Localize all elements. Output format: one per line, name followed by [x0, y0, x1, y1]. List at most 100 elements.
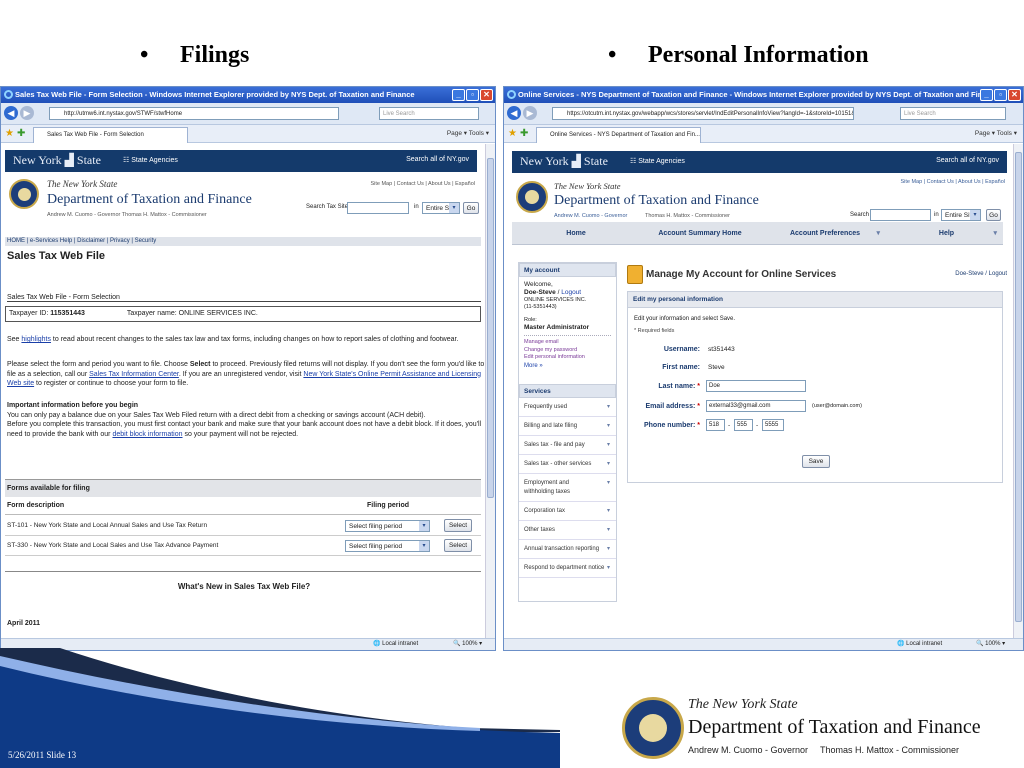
table-row: ST-330 - New York State and Local Sales …: [5, 536, 481, 556]
in-label: in: [934, 212, 939, 218]
vertical-scrollbar[interactable]: [485, 144, 495, 638]
footer-governor: Andrew M. Cuomo - Governor: [688, 745, 809, 755]
page-tools-menu[interactable]: Page ▾ Tools ▾: [975, 129, 1017, 137]
officials: Andrew M. Cuomo - Governor Thomas H. Mat…: [47, 212, 207, 218]
phone-prefix-input[interactable]: 555: [734, 419, 753, 431]
ny-state-logo[interactable]: New York ▟ State: [520, 154, 608, 169]
user-name: Doe-Steve: [524, 289, 556, 296]
go-button[interactable]: Go: [986, 209, 1001, 221]
select-button[interactable]: Select: [444, 539, 472, 552]
status-bar: 🌐 Local intranet 🔍 100% ▾: [504, 638, 1023, 650]
page-tools-menu[interactable]: Page ▾ Tools ▾: [447, 129, 489, 137]
close-button[interactable]: ✕: [1008, 89, 1021, 101]
live-search-input[interactable]: Live Search: [379, 107, 479, 120]
back-button[interactable]: ◀: [507, 106, 521, 120]
last-name-input[interactable]: Doe: [706, 380, 806, 392]
address-bar[interactable]: http://utmw6.int.nystax.gov/STWF/stwfHom…: [49, 107, 339, 120]
phone-line-input[interactable]: 5555: [762, 419, 784, 431]
service-item[interactable]: Respond to department notice ▾: [519, 559, 616, 578]
service-item[interactable]: Other taxes ▾: [519, 521, 616, 540]
important-info: Important information before you begin Yo…: [7, 402, 482, 438]
service-item[interactable]: Annual transaction reporting ▾: [519, 540, 616, 559]
highlights-link[interactable]: highlights: [21, 336, 51, 343]
username-label: Username:: [663, 346, 700, 353]
address-bar[interactable]: https://otcutm.int.nystax.gov/webapp/wcs…: [552, 107, 854, 120]
service-item[interactable]: Sales tax - other services ▾: [519, 455, 616, 474]
company-name: ONLINE SERVICES INC.: [524, 297, 587, 303]
email-input[interactable]: external33@gmail.com: [706, 400, 806, 412]
commissioner: Thomas H. Mattox - Commissioner: [645, 213, 730, 219]
top-links[interactable]: Site Map | Contact Us | About Us | Españ…: [370, 181, 475, 187]
forward-button[interactable]: ▶: [523, 106, 537, 120]
nav-home[interactable]: Home: [512, 222, 640, 245]
search-scope-select[interactable]: Entire Site ▾: [422, 202, 460, 214]
search-scope-select[interactable]: Entire Site ▾: [941, 209, 981, 221]
change-password-link[interactable]: Change my password: [524, 347, 611, 355]
state-agencies-link[interactable]: ☷ State Agencies: [630, 157, 685, 165]
forms-table-header: Form description Filing period: [5, 498, 481, 515]
search-tax-site-input[interactable]: [347, 202, 409, 214]
add-favorites-icon[interactable]: ✚: [17, 128, 25, 139]
close-button[interactable]: ✕: [480, 89, 493, 101]
vertical-scrollbar[interactable]: [1013, 144, 1023, 638]
top-links[interactable]: Site Map | Contact Us | About Us | Españ…: [900, 179, 1005, 185]
phone-area-input[interactable]: 518: [706, 419, 725, 431]
nav-account-preferences[interactable]: Account Preferences ▾: [760, 222, 890, 245]
search-input[interactable]: [870, 209, 931, 221]
nav-account-summary-home[interactable]: Account Summary Home: [640, 222, 760, 245]
zoom-level[interactable]: 🔍 100% ▾: [976, 639, 1005, 650]
window-titlebar: Online Services - NYS Department of Taxa…: [504, 87, 1023, 103]
ny-seal-icon: [9, 179, 39, 209]
minimize-button[interactable]: _: [452, 89, 465, 101]
highlights-paragraph: See highlights to read about recent chan…: [7, 336, 459, 343]
service-item[interactable]: Corporation tax ▾: [519, 502, 616, 521]
back-button[interactable]: ◀: [4, 106, 18, 120]
live-search-input[interactable]: Live Search: [900, 107, 1006, 120]
nys-header-bar: New York ▟ State ☷ State Agencies Search…: [512, 151, 1007, 173]
browser-tab[interactable]: Sales Tax Web File - Form Selection: [33, 127, 188, 143]
favorites-star-icon[interactable]: ★: [5, 128, 14, 139]
more-link[interactable]: More »: [524, 362, 611, 370]
add-favorites-icon[interactable]: ✚: [520, 128, 528, 139]
clipboard-icon: [627, 265, 643, 284]
debit-block-link[interactable]: debit block information: [112, 431, 182, 438]
first-name-value: Steve: [708, 364, 725, 371]
sidebar: My account Welcome, Doe-Steve / Logout O…: [518, 262, 617, 602]
personal-info-panel: Edit my personal information Edit your i…: [627, 291, 1003, 483]
service-item[interactable]: Sales tax - file and pay ▾: [519, 436, 616, 455]
service-item[interactable]: Employment and withholding taxes ▾: [519, 474, 616, 502]
role-label: Role:: [524, 317, 537, 323]
state-agencies-link[interactable]: ☷ State Agencies: [123, 156, 178, 164]
filing-period-select[interactable]: Select filing period ▾: [345, 540, 430, 552]
save-button[interactable]: Save: [802, 455, 830, 468]
first-name-label: First name:: [662, 364, 700, 371]
email-hint: (user@domain.com): [812, 403, 862, 409]
manage-email-link[interactable]: Manage email: [524, 339, 611, 347]
department-name: Department of Taxation and Finance: [47, 192, 252, 207]
search-label: Search Tax Site: [306, 204, 348, 210]
logout-link[interactable]: Logout: [561, 289, 581, 296]
go-button[interactable]: Go: [463, 202, 479, 214]
search-ny-link[interactable]: Search all of NY.gov: [936, 157, 999, 164]
governor[interactable]: Andrew M. Cuomo - Governor: [554, 213, 627, 219]
maximize-button[interactable]: ▫: [466, 89, 479, 101]
user-logout-link[interactable]: Doe-Steve / Logout: [955, 271, 1007, 277]
ny-state-logo[interactable]: New York ▟ State: [13, 153, 101, 168]
filing-period-select[interactable]: Select filing period ▾: [345, 520, 430, 532]
footer-department: Department of Taxation and Finance: [688, 716, 981, 738]
select-button[interactable]: Select: [444, 519, 472, 532]
minimize-button[interactable]: _: [980, 89, 993, 101]
email-label: Email address: *: [645, 403, 701, 410]
browser-tab[interactable]: Online Services - NYS Department of Taxa…: [536, 127, 701, 143]
slide-swoosh-decoration: [0, 648, 560, 768]
service-item[interactable]: Billing and late filing ▾: [519, 417, 616, 436]
maximize-button[interactable]: ▫: [994, 89, 1007, 101]
sales-tax-info-center-link[interactable]: Sales Tax Information Center: [89, 371, 179, 378]
breadcrumb[interactable]: HOME | e-Services Help | Disclaimer | Pr…: [5, 237, 481, 246]
service-item[interactable]: Frequently used ▾: [519, 398, 616, 417]
forward-button[interactable]: ▶: [20, 106, 34, 120]
edit-personal-info-link[interactable]: Edit personal information: [524, 354, 611, 362]
favorites-star-icon[interactable]: ★: [508, 128, 517, 139]
search-ny-link[interactable]: Search all of NY.gov: [406, 156, 469, 163]
nav-help[interactable]: Help ▾: [890, 222, 1003, 245]
